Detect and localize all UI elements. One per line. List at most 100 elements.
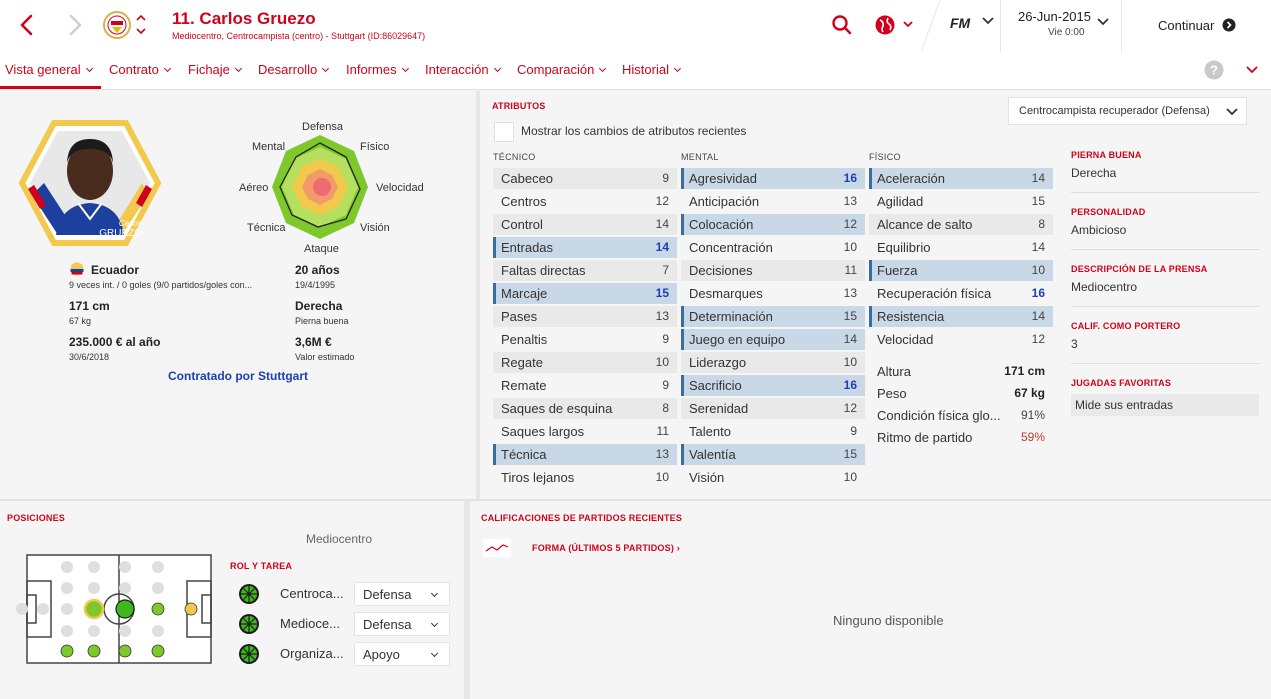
header-divider-2 xyxy=(1000,0,1001,52)
attribute-value: 11 xyxy=(844,263,857,277)
role-dropdown[interactable]: Centrocampista recuperador (Defensa) xyxy=(1008,97,1247,125)
attribute-value: 15 xyxy=(843,309,857,323)
fisico-row-fuerza[interactable]: Fuerza 10 xyxy=(869,260,1053,281)
search-icon[interactable] xyxy=(831,14,853,36)
attribute-name: Regate xyxy=(501,355,543,370)
show-changes-checkbox[interactable] xyxy=(494,122,514,142)
help-icon[interactable]: ? xyxy=(1204,60,1224,80)
attribute-name: Faltas directas xyxy=(501,263,586,278)
tecnico-row-penaltis[interactable]: Penaltis 9 xyxy=(493,329,677,350)
date-chevron-down-icon[interactable] xyxy=(1097,17,1109,27)
signed-by-link[interactable]: Contratado por Stuttgart xyxy=(0,369,476,383)
header-divider xyxy=(920,0,941,52)
mental-row-serenidad[interactable]: Serenidad 12 xyxy=(681,398,865,419)
attribute-value: 13 xyxy=(655,309,669,323)
tecnico-row-cabeceo[interactable]: Cabeceo 9 xyxy=(493,168,677,189)
tecnico-row-saques-de-esquina[interactable]: Saques de esquina 8 xyxy=(493,398,677,419)
attribute-name: Alcance de salto xyxy=(877,217,973,232)
tab-contrato[interactable]: Contrato xyxy=(109,62,171,77)
duty-value: Defensa xyxy=(363,587,412,602)
tab-fichaje[interactable]: Fichaje xyxy=(188,62,242,77)
mental-row-agresividad[interactable]: Agresividad 16 xyxy=(681,168,865,189)
tecnico-row-tiros-lejanos[interactable]: Tiros lejanos 10 xyxy=(493,467,677,488)
tecnico-row-entradas[interactable]: Entradas 14 xyxy=(493,237,677,258)
fisico-list: Aceleración 14 Agilidad 15 Alcance de salto 8… xyxy=(869,168,1053,348)
radar-label-defensa: Defensa xyxy=(302,121,343,133)
player-subtitle: Mediocentro, Centrocampista (centro) - S… xyxy=(172,31,426,41)
duty-dropdown[interactable]: Defensa xyxy=(354,612,450,636)
tab-historial[interactable]: Historial xyxy=(622,62,682,77)
fm-chevron-down-icon[interactable] xyxy=(982,16,994,26)
forward-arrow-icon[interactable] xyxy=(66,14,84,36)
current-date[interactable]: 26-Jun-2015 xyxy=(1018,9,1091,24)
tab-informes[interactable]: Informes xyxy=(346,62,409,77)
mental-row-vision[interactable]: Visión 10 xyxy=(681,467,865,488)
value-block: 3,6M € Valor estimado xyxy=(295,335,354,362)
tecnico-row-pases[interactable]: Pases 13 xyxy=(493,306,677,327)
radar-label-tecnica: Técnica xyxy=(247,222,286,234)
tecnico-row-marcaje[interactable]: Marcaje 15 xyxy=(493,283,677,304)
attribute-name: Velocidad xyxy=(877,332,934,347)
player-switch-icon[interactable] xyxy=(135,12,147,38)
info-separator xyxy=(1071,249,1259,250)
duty-dropdown[interactable]: Defensa xyxy=(354,582,450,606)
mental-row-decisiones[interactable]: Decisiones 11 xyxy=(681,260,865,281)
tab-vista-general[interactable]: Vista general xyxy=(5,62,93,77)
back-arrow-icon[interactable] xyxy=(18,14,36,36)
attribute-name: Talento xyxy=(689,424,731,439)
duty-dropdown[interactable]: Apoyo xyxy=(354,642,450,666)
fisico-row-velocidad[interactable]: Velocidad 12 xyxy=(869,329,1053,350)
tab-label: Informes xyxy=(346,62,397,77)
fisico-row-equilibrio[interactable]: Equilibrio 14 xyxy=(869,237,1053,258)
role-name: Centroca... xyxy=(280,586,344,601)
tecnico-row-regate[interactable]: Regate 10 xyxy=(493,352,677,373)
tab-desarrollo[interactable]: Desarrollo xyxy=(258,62,330,77)
positions-panel: POSICIONES Mediocentro ROL Y TAREA Centr… xyxy=(0,501,464,699)
form-link[interactable]: FORMA (ÚLTIMOS 5 PARTIDOS) › xyxy=(532,543,680,553)
fisico-row-recuperacion-fisica[interactable]: Recuperación física 16 xyxy=(869,283,1053,304)
role-row-1: Medioce... Defensa xyxy=(238,612,458,638)
attribute-value: 13 xyxy=(843,286,857,300)
tecnico-row-saques-largos[interactable]: Saques largos 11 xyxy=(493,421,677,442)
fisico-row-resistencia[interactable]: Resistencia 14 xyxy=(869,306,1053,327)
mental-row-anticipacion[interactable]: Anticipación 13 xyxy=(681,191,865,212)
mental-row-desmarques[interactable]: Desmarques 13 xyxy=(681,283,865,304)
fisico-row-agilidad[interactable]: Agilidad 15 xyxy=(869,191,1053,212)
attributes-title: ATRIBUTOS xyxy=(492,101,546,111)
tecnico-row-faltas-directas[interactable]: Faltas directas 7 xyxy=(493,260,677,281)
contract-end-value: 30/6/2018 xyxy=(69,352,110,362)
tecnico-row-control[interactable]: Control 14 xyxy=(493,214,677,235)
mental-row-determinacion[interactable]: Determinación 15 xyxy=(681,306,865,327)
more-chevron-down-icon[interactable] xyxy=(1246,65,1258,75)
nationality-block: Ecuador xyxy=(91,263,139,277)
attribute-value: 10 xyxy=(655,470,669,484)
tecnico-row-remate[interactable]: Remate 9 xyxy=(493,375,677,396)
mental-row-sacrificio[interactable]: Sacrificio 16 xyxy=(681,375,865,396)
mental-row-colocacion[interactable]: Colocación 12 xyxy=(681,214,865,235)
attribute-name: Cabeceo xyxy=(501,171,554,186)
mental-row-valentia[interactable]: Valentía 15 xyxy=(681,444,865,465)
attribute-value: 10 xyxy=(843,240,857,254)
mental-row-talento[interactable]: Talento 9 xyxy=(681,421,865,442)
tecnico-row-centros[interactable]: Centros 12 xyxy=(493,191,677,212)
mental-row-concentracion[interactable]: Concentración 10 xyxy=(681,237,865,258)
fisico-row-aceleracion[interactable]: Aceleración 14 xyxy=(869,168,1053,189)
page-title: 11. Carlos Gruezo xyxy=(172,9,316,28)
continue-arrow-icon[interactable] xyxy=(1222,18,1236,32)
fm-menu-label[interactable]: FM xyxy=(950,15,970,31)
tab-interaccion[interactable]: Interacción xyxy=(425,62,501,77)
tab-comparacion[interactable]: Comparación xyxy=(517,62,607,77)
radar-label-mental: Mental xyxy=(252,141,286,153)
info-label: CALIF. COMO PORTERO xyxy=(1071,321,1181,331)
height-value: 171 cm xyxy=(69,299,110,313)
mental-row-juego-en-equipo[interactable]: Juego en equipo 14 xyxy=(681,329,865,350)
tecnico-row-tecnica[interactable]: Técnica 13 xyxy=(493,444,677,465)
attribute-name: Sacrificio xyxy=(689,378,742,393)
globe-icon[interactable] xyxy=(875,14,915,36)
fisico-row-alcance-de-salto[interactable]: Alcance de salto 8 xyxy=(869,214,1053,235)
mental-row-liderazgo[interactable]: Liderazgo 10 xyxy=(681,352,865,373)
attribute-name: Penaltis xyxy=(501,332,548,347)
continue-button[interactable]: Continuar xyxy=(1158,18,1214,33)
age-value: 20 años xyxy=(295,263,340,277)
svg-text:?: ? xyxy=(1210,63,1218,78)
